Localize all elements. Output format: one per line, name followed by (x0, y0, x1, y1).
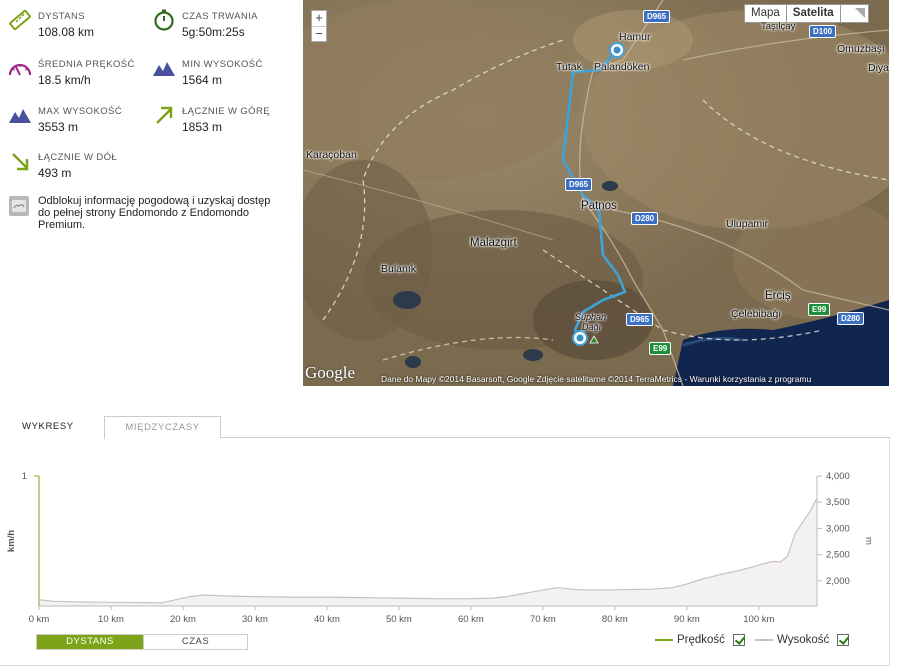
stat-value: 493 m (38, 166, 72, 180)
altitude-checkbox[interactable] (837, 634, 850, 646)
x-tick-label: 40 km (314, 614, 340, 625)
place-label: Dağı (582, 322, 602, 332)
start-marker[interactable] (609, 42, 625, 58)
legend-speed: Prędkość (655, 634, 745, 646)
stat-label: ŚREDNIA PRĘKOŚĆ (38, 59, 135, 70)
zoom-control: + − (311, 10, 327, 42)
road-shield: D100 (809, 25, 837, 38)
road-shield: E99 (649, 342, 672, 355)
chart-panel: 1 km/h 2,000 2,500 3,000 3,500 4,000 m 0 km 10 km… (0, 438, 890, 666)
place-label: Erciş (765, 290, 791, 302)
place-label: Patnos (581, 200, 617, 212)
road-shield: D965 (565, 178, 593, 191)
route-map[interactable]: + − Mapa Satelita Hamur Taşılçay Omuzbaş… (303, 0, 889, 386)
place-label: Taşılçay (761, 21, 796, 32)
place-label: Çelebibağı (731, 308, 782, 320)
x-tick-label: 100 km (743, 614, 774, 625)
chart-tabs: WYKRESY MIĘDZYCZASY (0, 416, 890, 439)
promo-text: Odblokuj informację pogodową i uzyskaj d… (38, 195, 271, 231)
road-shield: E99 (808, 303, 831, 316)
stat-label: MAX WYSOKOŚĆ (38, 106, 122, 117)
tab-splits[interactable]: MIĘDZYCZASY (105, 416, 221, 438)
mountain-icon (153, 62, 175, 76)
stat-value: 5g:50m:25s (182, 25, 245, 39)
stat-value: 108.08 km (38, 25, 95, 39)
place-label: Hamur (619, 31, 651, 43)
stat-value: 1853 m (182, 120, 223, 134)
stat-label: CZAS TRWANIA (182, 11, 258, 22)
road-shield: D280 (837, 312, 865, 325)
elevation-chart[interactable]: 1 km/h 2,000 2,500 3,000 3,500 4,000 m 0 km 10 km… (0, 438, 890, 666)
stat-value: 1564 m (182, 73, 223, 87)
stat-label: DYSTANS (38, 11, 85, 22)
place-label: Omuzbaşı (837, 43, 885, 55)
zoom-out-button[interactable]: − (312, 26, 326, 41)
stat-min-altitude: MIN WYSOKOŚĆ 1564 m (152, 56, 263, 88)
arrow-down-right-icon (12, 153, 29, 171)
stat-duration: CZAS TRWANIA 5g:50m:25s (152, 8, 258, 40)
x-tick-label: 50 km (386, 614, 412, 625)
premium-promo[interactable]: Odblokuj informację pogodową i uzyskaj d… (8, 195, 278, 231)
y-left-tick-label: 1 (22, 471, 27, 482)
stat-distance: DYSTANS 108.08 km (8, 8, 94, 40)
y-left-axis-label: km/h (6, 530, 17, 552)
ruler-icon (9, 9, 31, 31)
y-right-tick-label: 2,000 (826, 576, 850, 587)
tab-charts[interactable]: WYKRESY (0, 416, 105, 439)
road-shield: D965 (643, 10, 671, 23)
place-label: Ulupamir (726, 218, 769, 230)
stat-avg-speed: ŚREDNIA PRĘKOŚĆ 18.5 km/h (8, 56, 135, 88)
end-marker[interactable] (572, 330, 588, 346)
stat-value: 18.5 km/h (38, 73, 91, 87)
x-tick-label: 10 km (98, 614, 124, 625)
stat-label: ŁĄCZNIE W GÓRĘ (182, 106, 270, 117)
arrow-up-right-icon (156, 106, 173, 124)
x-tick-label: 80 km (602, 614, 628, 625)
x-tick-label: 0 km (29, 614, 50, 625)
stat-descent: ŁĄCZNIE W DÓŁ 493 m (8, 149, 117, 181)
stat-label: MIN WYSOKOŚĆ (182, 59, 263, 70)
road-shield: D965 (626, 313, 654, 326)
x-tick-label: 20 km (170, 614, 196, 625)
legend-label: Prędkość (677, 634, 725, 646)
stopwatch-icon (154, 9, 174, 31)
y-right-tick-label: 3,500 (826, 497, 850, 508)
x-axis-time-button[interactable]: CZAS (143, 635, 247, 649)
place-label: Bulanık (381, 263, 417, 275)
weather-icon (9, 196, 29, 216)
speedometer-icon (8, 63, 32, 76)
place-label: Malazgirt (470, 237, 517, 249)
mountain-icon (9, 109, 31, 123)
legend-line (755, 639, 773, 641)
y-right-axis-label: m (863, 537, 874, 545)
place-label: Karaçoban (306, 149, 357, 161)
stat-ascent: ŁĄCZNIE W GÓRĘ 1853 m (152, 103, 270, 135)
y-right-tick-label: 4,000 (826, 471, 850, 482)
y-right-tick-label: 2,500 (826, 550, 850, 561)
x-tick-label: 70 km (530, 614, 556, 625)
legend-line (655, 639, 673, 641)
zoom-in-button[interactable]: + (312, 11, 326, 26)
place-label: Diya (868, 62, 889, 74)
speed-checkbox[interactable] (732, 634, 745, 646)
x-tick-label: 90 km (674, 614, 700, 625)
stat-max-altitude: MAX WYSOKOŚĆ 3553 m (8, 103, 122, 135)
stat-label: ŁĄCZNIE W DÓŁ (38, 152, 118, 163)
map-attribution[interactable]: Dane do Mapy ©2014 Basarsoft, Google Zdj… (381, 374, 811, 384)
altitude-area (39, 499, 817, 606)
legend-label: Wysokość (777, 634, 830, 646)
place-label: Palandöken (594, 61, 650, 73)
y-right-tick-label: 3,000 (826, 523, 850, 534)
fullscreen-button[interactable] (840, 4, 869, 23)
google-logo: Google (305, 363, 356, 382)
place-label: Tutak (556, 61, 582, 73)
road-shield: D280 (631, 212, 659, 225)
place-label: Süphan (575, 312, 607, 322)
x-axis-toggle: DYSTANS CZAS (36, 634, 248, 650)
x-axis-distance-button[interactable]: DYSTANS (37, 635, 143, 649)
x-tick-label: 60 km (458, 614, 484, 625)
legend-altitude: Wysokość (755, 634, 850, 646)
x-tick-label: 30 km (242, 614, 268, 625)
stat-value: 3553 m (38, 120, 79, 134)
